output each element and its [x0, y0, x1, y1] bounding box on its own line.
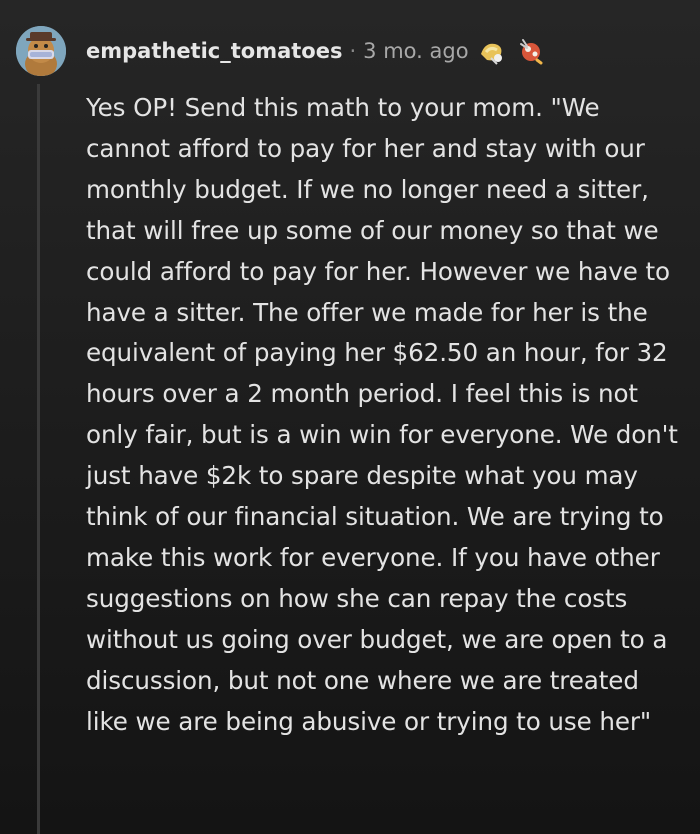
comment-body: Yes OP! Send this math to your mom. "We … — [86, 88, 686, 743]
user-avatar[interactable] — [16, 26, 66, 76]
comment-meta: empathetic_tomatoes · 3 mo. ago — [86, 36, 545, 66]
award-icon-2[interactable] — [515, 36, 545, 66]
award-icon-1[interactable] — [477, 36, 507, 66]
timestamp[interactable]: 3 mo. ago — [363, 39, 468, 63]
comment-header: empathetic_tomatoes · 3 mo. ago — [16, 16, 545, 86]
separator-dot: · — [349, 39, 357, 63]
comment-text: Yes OP! Send this math to your mom. "We … — [86, 93, 686, 736]
comment: empathetic_tomatoes · 3 mo. ago Yes OP! … — [0, 0, 700, 834]
thread-line[interactable] — [37, 84, 40, 834]
username[interactable]: empathetic_tomatoes — [86, 39, 342, 63]
snoo-avatar-icon — [16, 26, 66, 76]
